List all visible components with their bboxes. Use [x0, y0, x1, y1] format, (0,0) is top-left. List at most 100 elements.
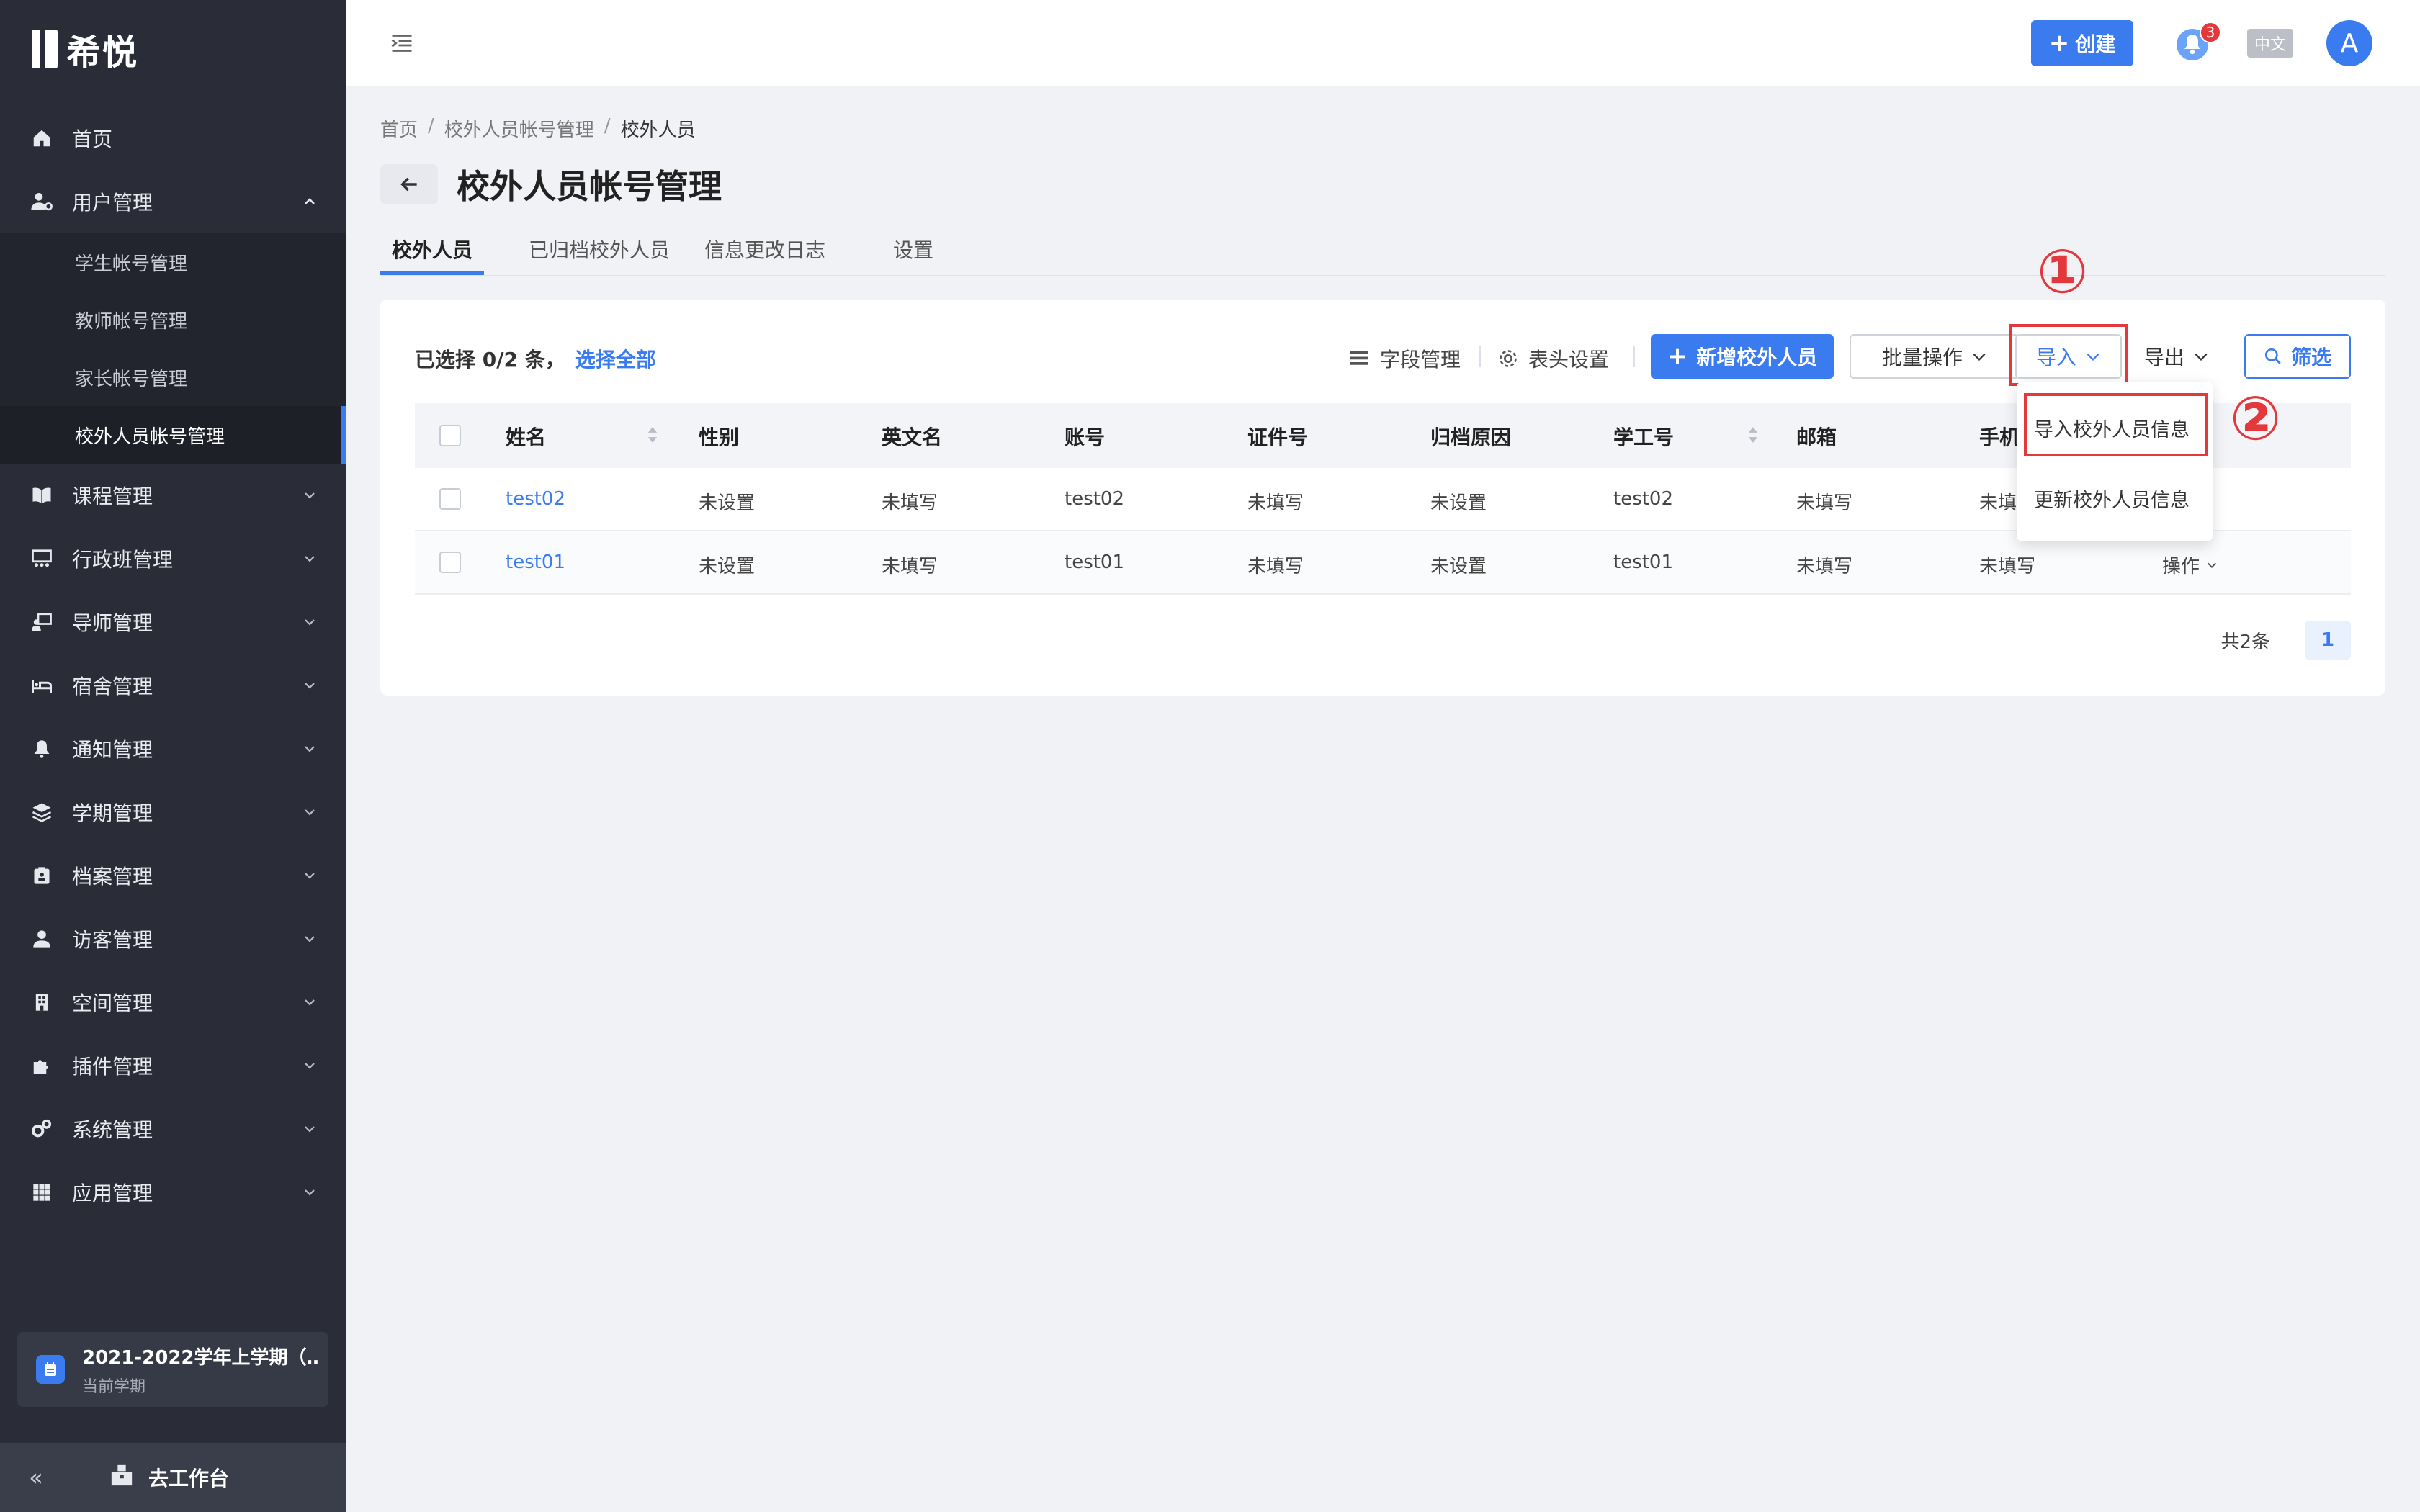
field-manage-button[interactable]: 字段管理: [1348, 344, 1461, 373]
filter-button[interactable]: 筛选: [2244, 334, 2351, 379]
tab-external-staff[interactable]: 校外人员: [380, 230, 484, 268]
add-label: 新增校外人员: [1696, 346, 1818, 369]
chevron-down-icon: [300, 992, 320, 1012]
import-highlight-box: [2009, 324, 2128, 386]
field-manage-label: 字段管理: [1380, 348, 1461, 372]
tutor-icon: [29, 609, 55, 635]
row-email: 未填写: [1796, 492, 1853, 514]
row-name-link[interactable]: test01: [506, 552, 565, 573]
column-header-email: 邮箱: [1796, 426, 1837, 449]
column-header-name[interactable]: 姓名: [506, 422, 546, 451]
row-checkbox[interactable]: [439, 552, 461, 573]
chevron-up-icon: [300, 192, 320, 212]
chevron-down-icon: [300, 929, 320, 949]
pagination: 共2条 1: [2220, 621, 2351, 660]
sidebar-subitem-teacher-accounts[interactable]: 教师帐号管理: [0, 291, 346, 348]
tab-change-log[interactable]: 信息更改日志: [693, 230, 837, 268]
row-checkbox[interactable]: [439, 488, 461, 510]
app-root: 希悦 首页 用户管理 学生帐号管理 教师帐号管理 家长帐号管理 校外人员帐号管理…: [0, 0, 2420, 1512]
header-settings-button[interactable]: 表头设置: [1498, 344, 1609, 373]
sidebar-item-courses[interactable]: 课程管理: [0, 464, 346, 527]
column-header-english-name: 英文名: [882, 426, 943, 449]
sidebar-item-archives[interactable]: 档案管理: [0, 844, 346, 907]
breadcrumb: 首页 / 校外人员帐号管理 / 校外人员: [380, 115, 696, 142]
top-header: + 创建 3 中文 A: [346, 0, 2420, 86]
chevron-down-icon: [300, 675, 320, 696]
tab-settings[interactable]: 设置: [882, 230, 945, 268]
puzzle-icon: [29, 1053, 55, 1079]
sidebar-item-apps[interactable]: 应用管理: [0, 1161, 346, 1224]
sidebar-item-label: 系统管理: [72, 1118, 153, 1142]
create-button[interactable]: + 创建: [2031, 20, 2133, 66]
current-term-card[interactable]: 2021-2022学年上学期（… 当前学期: [17, 1332, 328, 1407]
sidebar-menu: 首页 用户管理 学生帐号管理 教师帐号管理 家长帐号管理 校外人员帐号管理 课程: [0, 107, 346, 1224]
chevron-down-icon: [300, 1182, 320, 1202]
toolbar-divider: [1479, 346, 1481, 367]
sidebar-item-visitors[interactable]: 访客管理: [0, 907, 346, 971]
sidebar-item-admin-classes[interactable]: 行政班管理: [0, 527, 346, 590]
sidebar-item-system[interactable]: 系统管理: [0, 1097, 346, 1161]
menu-item-update-external-staff[interactable]: 更新校外人员信息: [2017, 469, 2213, 527]
breadcrumb-external-accounts[interactable]: 校外人员帐号管理: [444, 115, 594, 142]
workbench-icon: [109, 1463, 134, 1493]
column-header-staff-id[interactable]: 学工号: [1613, 422, 1674, 451]
title-row: 校外人员帐号管理: [380, 161, 722, 207]
goto-workbench-button[interactable]: 去工作台: [109, 1463, 229, 1493]
select-all-checkbox[interactable]: [439, 425, 461, 446]
sidebar-item-home[interactable]: 首页: [0, 107, 346, 170]
sidebar-item-dorms[interactable]: 宿舍管理: [0, 654, 346, 717]
sidebar-item-spaces[interactable]: 空间管理: [0, 971, 346, 1034]
sidebar-item-tutors[interactable]: 导师管理: [0, 590, 346, 654]
logo[interactable]: 希悦: [32, 26, 138, 73]
sidebar-item-user-management[interactable]: 用户管理: [0, 170, 346, 233]
sidebar-item-notifications[interactable]: 通知管理: [0, 717, 346, 780]
page-title: 校外人员帐号管理: [457, 167, 722, 206]
export-button[interactable]: 导出: [2129, 334, 2224, 379]
chevron-down-icon: [300, 739, 320, 759]
column-header-gender: 性别: [699, 426, 740, 449]
language-switch[interactable]: 中文: [2247, 29, 2293, 58]
batch-label: 批量操作: [1881, 346, 1963, 369]
chevron-down-icon: [2207, 562, 2217, 568]
chevron-down-icon: [300, 612, 320, 632]
sort-icon[interactable]: [1747, 425, 1759, 450]
column-header-id-number: 证件号: [1247, 426, 1309, 449]
sidebar-item-terms[interactable]: 学期管理: [0, 780, 346, 844]
sidebar-bottom-bar: « 去工作台: [0, 1443, 346, 1512]
menu-fold-icon[interactable]: [389, 30, 415, 56]
sidebar-subitem-parent-accounts[interactable]: 家长帐号管理: [0, 348, 346, 406]
row-archive-reason: 未设置: [1430, 492, 1487, 514]
add-external-staff-button[interactable]: + 新增校外人员: [1651, 334, 1834, 379]
filter-label: 筛选: [2290, 346, 2331, 369]
sidebar-item-label: 学期管理: [72, 801, 153, 825]
sidebar-item-label: 宿舍管理: [72, 675, 153, 698]
list-icon: [1350, 351, 1368, 365]
search-icon: [2264, 348, 2281, 364]
tab-archived-external-staff[interactable]: 已归档校外人员: [517, 230, 681, 268]
sidebar-item-plugins[interactable]: 插件管理: [0, 1034, 346, 1097]
collapse-sidebar-button[interactable]: «: [0, 1464, 72, 1491]
select-all-link[interactable]: 选择全部: [575, 348, 656, 372]
avatar[interactable]: A: [2326, 20, 2372, 66]
breadcrumb-home[interactable]: 首页: [380, 115, 418, 142]
row-action-dropdown[interactable]: 操作: [2162, 552, 2218, 578]
sidebar-item-label: 访客管理: [72, 928, 153, 952]
sort-icon[interactable]: [647, 425, 658, 450]
column-header-account: 账号: [1065, 426, 1106, 449]
chevron-down-icon: [1973, 353, 1986, 361]
back-button[interactable]: [380, 164, 438, 204]
chevron-down-icon: [300, 1119, 320, 1139]
row-id-number: 未填写: [1247, 492, 1304, 514]
sidebar-subitem-external-accounts[interactable]: 校外人员帐号管理: [0, 406, 346, 464]
sidebar: 希悦 首页 用户管理 学生帐号管理 教师帐号管理 家长帐号管理 校外人员帐号管理…: [0, 0, 346, 1512]
batch-operations-button[interactable]: 批量操作: [1850, 334, 2020, 379]
row-name-link[interactable]: test02: [506, 488, 565, 510]
row-phone: 未填: [1979, 492, 2017, 514]
grid-icon: [29, 1179, 55, 1205]
page-1-button[interactable]: 1: [2305, 621, 2351, 660]
term-subtitle: 当前学期: [82, 1377, 146, 1396]
sidebar-subitem-student-accounts[interactable]: 学生帐号管理: [0, 233, 346, 291]
goto-workbench-label: 去工作台: [148, 1467, 230, 1490]
row-staff-id: test02: [1613, 488, 1674, 510]
total-count: 共2条: [2220, 631, 2270, 653]
